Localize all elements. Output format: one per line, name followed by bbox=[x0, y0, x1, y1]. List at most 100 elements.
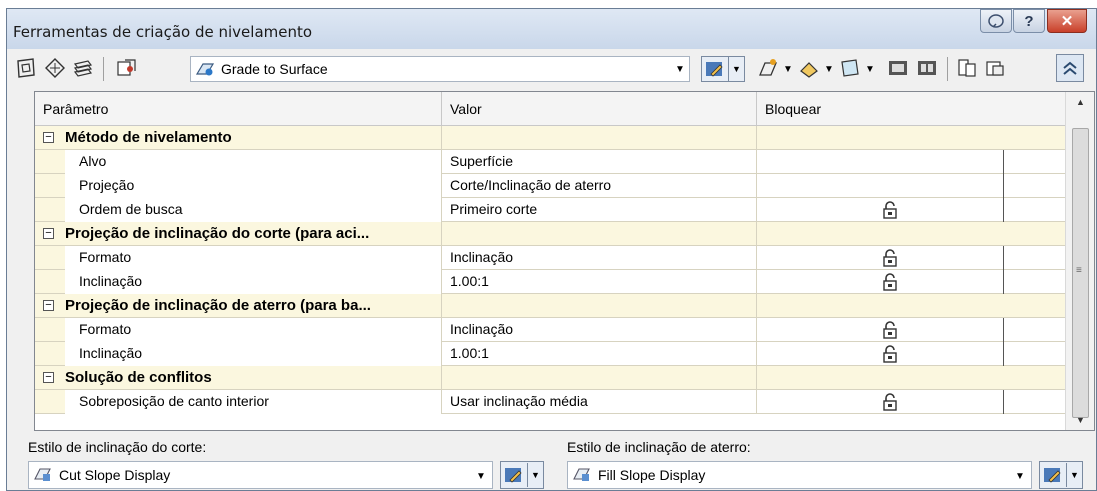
collapse-toggle-icon[interactable]: − bbox=[43, 228, 54, 239]
lock-cell[interactable] bbox=[757, 342, 1065, 366]
edit-grading-icon[interactable] bbox=[797, 56, 821, 80]
chevron-down-icon[interactable]: ▼ bbox=[728, 57, 744, 81]
close-button[interactable]: ✕ bbox=[1047, 9, 1087, 33]
column-header-lock[interactable]: Bloquear bbox=[757, 92, 1065, 126]
grading-editor-icon[interactable] bbox=[915, 56, 939, 80]
edit-pencil-icon[interactable] bbox=[1040, 463, 1066, 487]
chevron-down-icon[interactable]: ▼ bbox=[1066, 463, 1082, 487]
parameter-cell: − Solução de conflitos bbox=[35, 366, 442, 390]
value-cell[interactable]: Inclinação bbox=[442, 246, 757, 270]
value-cell[interactable]: Corte/Inclinação de aterro bbox=[442, 174, 757, 198]
parameter-cell: Inclinação bbox=[35, 270, 442, 294]
column-divider bbox=[1003, 318, 1004, 342]
grading-vistas-icon[interactable] bbox=[955, 56, 979, 80]
lock-cell bbox=[757, 126, 1065, 150]
value-cell[interactable]: Superfície bbox=[442, 150, 757, 174]
balloon-help-icon bbox=[988, 14, 1004, 28]
help-tip-button[interactable] bbox=[980, 9, 1012, 33]
collapse-toggle-icon[interactable]: − bbox=[43, 372, 54, 383]
grade-criteria-icon bbox=[195, 60, 215, 81]
edit-criteria-split-button[interactable]: ▼ bbox=[701, 56, 745, 82]
fill-slope-style-dropdown[interactable]: Fill Slope Display ▼ bbox=[567, 461, 1032, 489]
value-cell[interactable]: 1.00:1 bbox=[442, 270, 757, 294]
property-row[interactable]: Inclinação 1.00:1 bbox=[35, 270, 1065, 294]
column-divider bbox=[1003, 390, 1004, 414]
lock-cell[interactable] bbox=[757, 270, 1065, 294]
column-divider bbox=[1003, 198, 1004, 222]
chevron-down-icon[interactable]: ▼ bbox=[781, 57, 795, 81]
collapse-toggle-icon[interactable]: − bbox=[43, 132, 54, 143]
cut-slope-style-label: Estilo de inclinação do corte: bbox=[28, 439, 207, 455]
lock-icon[interactable] bbox=[882, 393, 898, 418]
layers-icon[interactable] bbox=[71, 56, 95, 80]
parameter-label: Formato bbox=[65, 246, 441, 270]
scroll-down-arrow-icon[interactable]: ▼ bbox=[1066, 410, 1094, 430]
lock-cell[interactable] bbox=[757, 390, 1065, 414]
scroll-up-arrow-icon[interactable]: ▲ bbox=[1066, 92, 1094, 112]
column-divider bbox=[1003, 174, 1004, 198]
parameter-cell: Projeção bbox=[35, 174, 442, 198]
grading-tools-window: Ferramentas de criação de nivelamento ? … bbox=[6, 8, 1097, 491]
parameter-cell: Formato bbox=[35, 246, 442, 270]
parameter-label: Sobreposição de canto interior bbox=[65, 390, 441, 414]
lock-cell[interactable] bbox=[757, 198, 1065, 222]
parameter-label: Inclinação bbox=[65, 270, 441, 294]
vertical-scrollbar[interactable]: ▲ ≡ ▼ bbox=[1065, 92, 1094, 430]
chevron-down-icon[interactable]: ▼ bbox=[822, 57, 836, 81]
close-icon: ✕ bbox=[1060, 13, 1074, 30]
cut-slope-style-value: Cut Slope Display bbox=[59, 467, 171, 483]
grading-infill-icon[interactable] bbox=[838, 56, 862, 80]
column-header-parameter[interactable]: Parâmetro bbox=[35, 92, 442, 126]
lock-cell[interactable] bbox=[757, 150, 1065, 174]
parameter-cell: − Método de nivelamento bbox=[35, 126, 442, 150]
lock-cell[interactable] bbox=[757, 174, 1065, 198]
collapse-panel-button[interactable] bbox=[1056, 54, 1084, 82]
grading-group-icon[interactable] bbox=[14, 56, 38, 80]
toolbar: Grade to Surface ▼ ▼ ▼ ▼ ▼ bbox=[7, 49, 1096, 89]
lock-cell bbox=[757, 366, 1065, 390]
category-label: Solução de conflitos bbox=[65, 369, 212, 386]
category-row[interactable]: − Projeção de inclinação do corte (para a… bbox=[35, 222, 1065, 246]
cut-slope-style-dropdown[interactable]: Cut Slope Display ▼ bbox=[28, 461, 493, 489]
category-row[interactable]: − Método de nivelamento bbox=[35, 126, 1065, 150]
property-row[interactable]: Formato Inclinação bbox=[35, 318, 1065, 342]
lock-cell[interactable] bbox=[757, 246, 1065, 270]
grading-elevation-editor-icon[interactable] bbox=[983, 56, 1007, 80]
category-row[interactable]: − Projeção de inclinação de aterro (para … bbox=[35, 294, 1065, 318]
category-row[interactable]: − Solução de conflitos bbox=[35, 366, 1065, 390]
parameter-label: Projeção bbox=[65, 174, 441, 198]
property-row[interactable]: Projeção Corte/Inclinação de aterro bbox=[35, 174, 1065, 198]
column-header-value[interactable]: Valor bbox=[442, 92, 757, 126]
criteria-set-icon[interactable] bbox=[114, 56, 138, 80]
parameter-cell: Ordem de busca bbox=[35, 198, 442, 222]
column-divider bbox=[1003, 270, 1004, 294]
category-label: Projeção de inclinação de aterro (para b… bbox=[65, 297, 371, 314]
parameter-cell: − Projeção de inclinação do corte (para a… bbox=[35, 222, 442, 246]
target-surface-icon[interactable] bbox=[43, 56, 67, 80]
property-row[interactable]: Ordem de busca Primeiro corte bbox=[35, 198, 1065, 222]
property-row[interactable]: Inclinação 1.00:1 bbox=[35, 342, 1065, 366]
value-cell[interactable]: Primeiro corte bbox=[442, 198, 757, 222]
collapse-toggle-icon[interactable]: − bbox=[43, 300, 54, 311]
lock-cell[interactable] bbox=[757, 318, 1065, 342]
grip-icon: ≡ bbox=[1076, 265, 1082, 276]
volume-tools-icon[interactable] bbox=[886, 56, 910, 80]
edit-pencil-icon[interactable] bbox=[702, 57, 728, 81]
scrollbar-thumb[interactable]: ≡ bbox=[1072, 128, 1089, 418]
property-row[interactable]: Formato Inclinação bbox=[35, 246, 1065, 270]
chevron-down-icon[interactable]: ▼ bbox=[527, 463, 543, 487]
value-cell[interactable]: Usar inclinação média bbox=[442, 390, 757, 414]
edit-cut-style-split-button[interactable]: ▼ bbox=[500, 461, 544, 489]
create-grading-icon[interactable] bbox=[756, 56, 780, 80]
property-row[interactable]: Alvo Superfície bbox=[35, 150, 1065, 174]
title-bar[interactable]: Ferramentas de criação de nivelamento ? … bbox=[7, 9, 1096, 49]
value-cell[interactable]: 1.00:1 bbox=[442, 342, 757, 366]
value-cell[interactable]: Inclinação bbox=[442, 318, 757, 342]
chevron-down-icon[interactable]: ▼ bbox=[863, 57, 877, 81]
property-row[interactable]: Sobreposição de canto interior Usar incli… bbox=[35, 390, 1065, 414]
grading-criteria-dropdown[interactable]: Grade to Surface ▼ bbox=[190, 56, 690, 82]
double-chevron-up-icon bbox=[1063, 61, 1077, 75]
edit-pencil-icon[interactable] bbox=[501, 463, 527, 487]
edit-fill-style-split-button[interactable]: ▼ bbox=[1039, 461, 1083, 489]
help-button[interactable]: ? bbox=[1013, 9, 1045, 33]
